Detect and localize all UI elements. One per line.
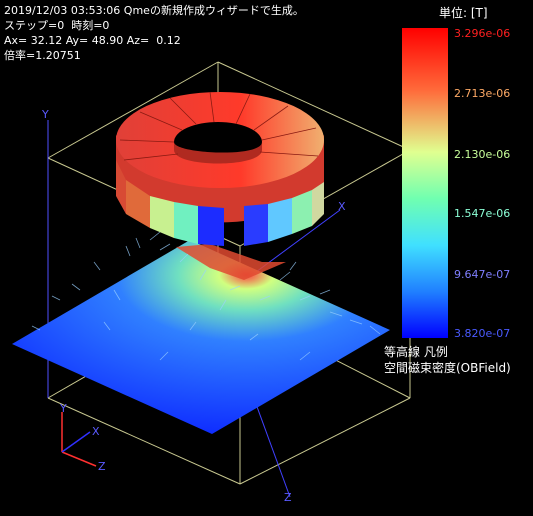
axis-label-z: Z <box>284 491 292 504</box>
axis-label-y: Y <box>42 108 49 121</box>
orientation-axes <box>61 412 97 467</box>
color-scale-bar <box>402 28 448 338</box>
mini-axis-label-y: Y <box>60 402 67 415</box>
scene-canvas[interactable] <box>0 0 533 516</box>
mini-axis-label-z: Z <box>98 460 106 473</box>
status-line-step: ステップ=0 時刻=0 <box>4 19 110 32</box>
legend-level-1: 3.296e-06 <box>454 27 511 40</box>
viewport-3d[interactable]: 2019/12/03 03:53:06 Qmeの新規作成ウィザードで生成。 ステ… <box>0 0 533 516</box>
legend-level-3: 2.130e-06 <box>454 148 511 161</box>
unit-label: 単位: [T] <box>439 6 488 20</box>
status-line-angles: Ax= 32.12 Ay= 48.90 Az= 0.12 <box>4 34 181 47</box>
legend-quantity: 空間磁束密度(OBField) <box>384 361 511 375</box>
status-line-generated: 2019/12/03 03:53:06 Qmeの新規作成ウィザードで生成。 <box>4 4 304 17</box>
torus-coil <box>116 91 324 246</box>
legend-level-6: 3.820e-07 <box>454 327 511 340</box>
flux-plate <box>12 240 390 434</box>
legend-level-5: 9.647e-07 <box>454 268 511 281</box>
legend-title: 等高線 凡例 <box>384 345 448 359</box>
mini-axis-label-x: X <box>92 425 100 438</box>
legend-level-4: 1.547e-06 <box>454 207 511 220</box>
legend-level-2: 2.713e-06 <box>454 87 511 100</box>
status-line-scale: 倍率=1.20751 <box>4 49 81 62</box>
axis-label-x: X <box>338 200 346 213</box>
